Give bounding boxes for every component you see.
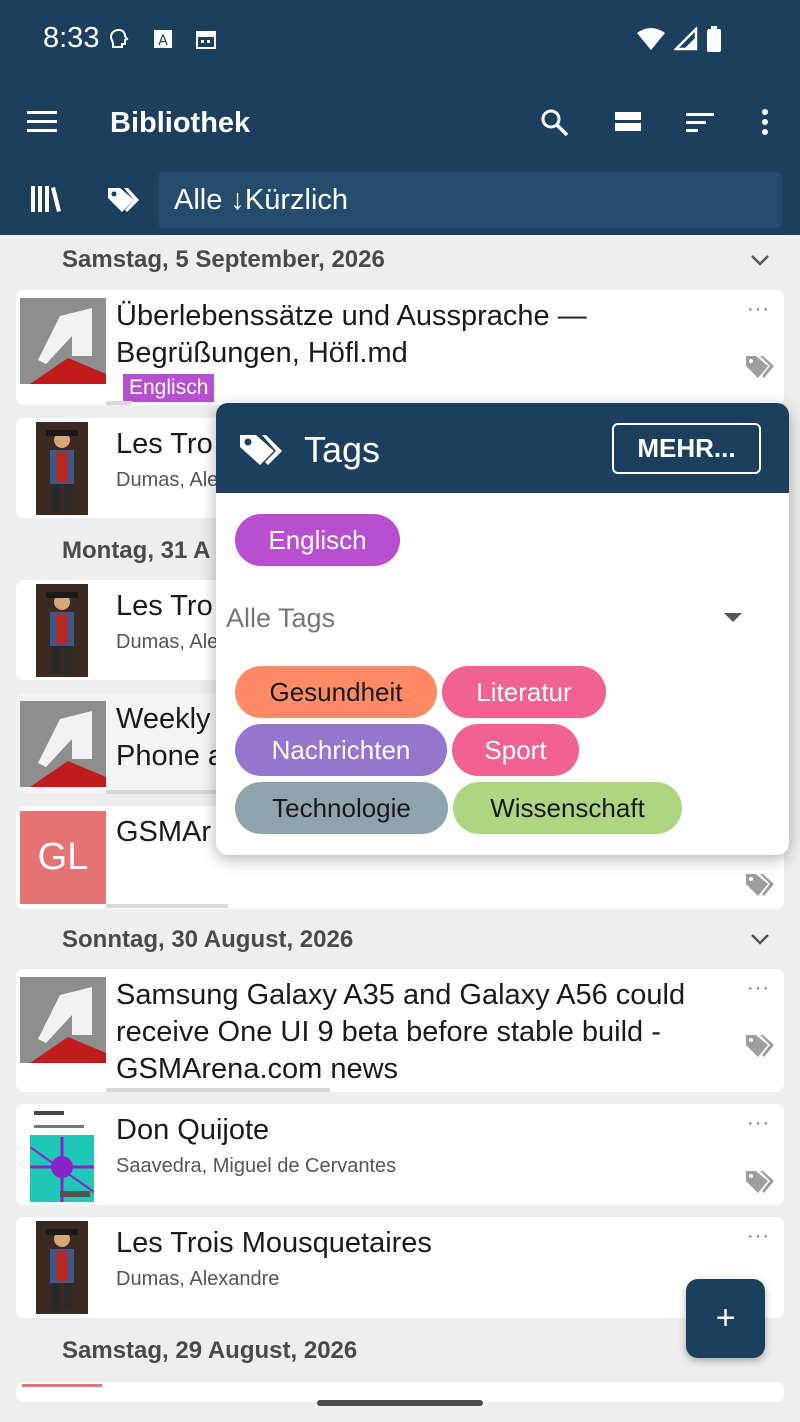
status-right-icons [636,26,722,52]
status-time: 8:33 [43,22,100,54]
tags-select[interactable]: Alle Tags [226,603,335,634]
popup-header: Tags MEHR... [216,403,789,493]
list-item[interactable] [16,1382,784,1402]
filter-dropdown[interactable]: Alle ↓Kürzlich [158,172,782,228]
tag-chip-literatur[interactable]: Literatur [442,666,606,718]
item-title: Überlebenssätze und Aussprache — [116,300,587,332]
chevron-down-icon[interactable] [748,927,772,951]
tag-icon[interactable] [744,352,776,380]
tag-chip: Englisch [123,374,215,402]
tags-filter-icon[interactable] [106,184,140,214]
item-title: Phone a [116,740,225,772]
item-title: GSMAr [116,816,212,848]
date-header: Samstag, 29 August, 2026 [62,1337,358,1364]
library-icon[interactable] [30,184,62,214]
plus-icon: + [715,1299,736,1337]
chevron-down-icon[interactable] [748,248,772,272]
tag-chip-wissenschaft[interactable]: Wissenschaft [453,782,682,834]
page-title: Bibliothek [110,107,251,139]
reading-progress [106,790,216,794]
status-bar: 8:33 A [0,0,800,80]
item-author: Dumas, Alexandre [116,1268,280,1290]
tag-chip-sport[interactable]: Sport [452,724,579,776]
assistant-icon [109,28,129,48]
date-header: Samstag, 5 September, 2026 [62,246,385,273]
reading-progress [106,1088,330,1092]
more-button[interactable]: MEHR... [612,423,761,474]
item-title: Les Trois Mousquetaires [116,1227,432,1259]
filter-label: Alle ↓Kürzlich [174,184,349,216]
tags-icon [240,435,282,465]
item-title: Samsung Galaxy A35 and Galaxy A56 could [116,979,686,1011]
svg-text:A: A [158,33,168,49]
list-item[interactable]: Les Trois Mousquetaires Dumas, Alexandre… [16,1217,784,1318]
item-author: Dumas, Ale [116,631,219,653]
more-options-icon[interactable]: ··· [747,1226,770,1246]
item-title: Begrüßungen, Höfl.md [116,337,408,369]
tag-icon[interactable] [744,1167,776,1195]
tag-icon[interactable] [744,1031,776,1059]
reading-progress [106,904,228,908]
popup-title: Tags [304,429,381,470]
book-cover-partial [22,1384,102,1387]
signal-icon [674,27,698,51]
item-title: Les Tro [116,590,213,622]
tag-chip-gesundheit[interactable]: Gesundheit [235,666,437,718]
wifi-icon [637,28,665,50]
selected-tag-chip[interactable]: Englisch [235,514,400,566]
view-mode-icon[interactable] [614,110,644,134]
reading-progress [106,401,132,405]
item-author: Saavedra, Miguel de Cervantes [116,1155,397,1177]
more-options-icon[interactable]: ··· [747,299,770,319]
date-header: Sonntag, 30 August, 2026 [62,926,354,953]
tag-chip-technologie[interactable]: Technologie [235,782,448,834]
item-title: Les Tro [116,428,213,460]
date-header: Montag, 31 A [62,537,211,564]
tags-popup: Tags MEHR... Englisch Alle Tags Gesundhe… [216,403,789,855]
book-cover [30,1107,94,1202]
menu-icon[interactable] [27,110,59,134]
more-options-icon[interactable]: ··· [747,978,770,998]
more-options-icon[interactable]: ··· [747,1113,770,1133]
tag-chip-nachrichten[interactable]: Nachrichten [235,724,447,776]
item-title: Weekly [116,703,211,735]
sort-icon[interactable] [686,111,716,135]
book-cover [20,701,106,787]
list-item[interactable]: Don Quijote Saavedra, Miguel de Cervante… [16,1104,784,1205]
book-cover [20,298,106,384]
search-icon[interactable] [540,108,570,138]
item-title: GSMArena.com news [116,1053,399,1085]
add-book-button[interactable]: + [686,1279,765,1358]
book-cover [20,977,106,1063]
list-item[interactable]: Überlebenssätze und Aussprache — Begrüßu… [16,290,784,405]
book-cover [36,1221,88,1314]
gesture-nav-handle[interactable] [317,1400,483,1406]
calendar-icon [196,31,216,49]
book-cover [36,422,88,515]
book-cover [36,584,88,677]
tag-icon[interactable] [744,870,776,898]
dropdown-arrow-icon[interactable] [724,613,742,622]
battery-icon [707,26,721,52]
font-icon: A [154,30,172,49]
app-bar: Bibliothek Alle ↓Kürzlich [0,80,800,235]
item-title: Don Quijote [116,1114,270,1146]
book-cover-initials: GL [20,811,106,904]
list-item[interactable]: Samsung Galaxy A35 and Galaxy A56 could … [16,969,784,1092]
item-title: receive One UI 9 beta before stable buil… [116,1016,661,1048]
overflow-menu-icon[interactable] [760,108,770,138]
item-author: Dumas, Ale [116,469,219,491]
